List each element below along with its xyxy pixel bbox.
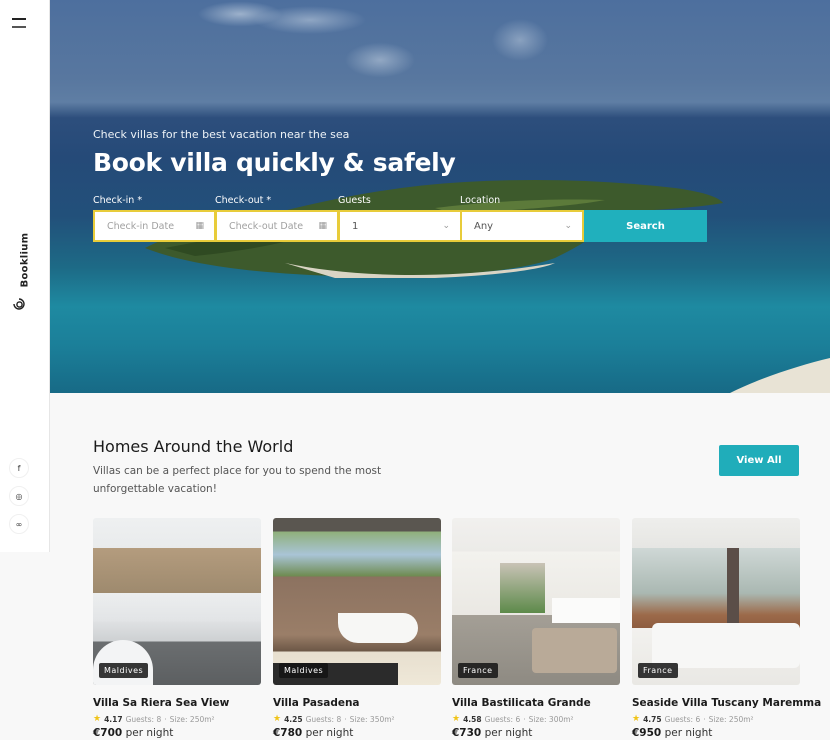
listing-card[interactable]: Maldives Villa Pasadena ★ 4.25 Guests: 8… — [273, 518, 441, 739]
guests-label: Guests — [338, 195, 371, 206]
hero-title: Book villa quickly & safely — [93, 148, 456, 177]
checkin-placeholder: Check-in Date — [107, 220, 175, 232]
listing-image[interactable]: France — [632, 518, 800, 685]
checkin-input[interactable]: Check-in Date ▦ — [93, 210, 216, 242]
price: €780 — [273, 727, 303, 739]
separator: · — [164, 714, 167, 724]
size: Size: 350m² — [349, 714, 395, 724]
location-select[interactable]: Any ⌄ — [460, 210, 584, 242]
location-tag: Maldives — [279, 663, 329, 678]
listing-card[interactable]: France Villa Bastilicata Grande ★ 4.58 G… — [452, 518, 620, 739]
guests: Guests: 6 — [484, 714, 521, 724]
view-all-button[interactable]: View All — [719, 445, 799, 476]
search-button[interactable]: Search — [584, 210, 707, 242]
brand-logo-icon[interactable] — [11, 296, 27, 312]
tripadvisor-icon[interactable]: ∞ — [9, 514, 29, 534]
price-unit: per night — [305, 727, 354, 739]
separator: · — [344, 714, 347, 724]
chevron-down-icon: ⌄ — [442, 221, 450, 231]
star-icon: ★ — [632, 714, 641, 724]
listing-meta: ★ 4.25 Guests: 8 · Size: 350m² — [273, 714, 395, 724]
separator: · — [523, 714, 526, 724]
listing-image[interactable]: Maldives — [273, 518, 441, 685]
checkout-input[interactable]: Check-out Date ▦ — [215, 210, 339, 242]
rating: 4.58 — [463, 714, 482, 724]
star-icon: ★ — [93, 714, 102, 724]
guests: Guests: 8 — [305, 714, 342, 724]
listing-meta: ★ 4.17 Guests: 8 · Size: 250m² — [93, 714, 215, 724]
price-unit: per night — [664, 727, 713, 739]
listing-name[interactable]: Seaside Villa Tuscany Maremma — [632, 697, 821, 709]
price: €730 — [452, 727, 482, 739]
hero-subtitle: Check villas for the best vacation near … — [93, 128, 350, 141]
price-unit: per night — [484, 727, 533, 739]
calendar-icon: ▦ — [195, 221, 204, 231]
section-description: Villas can be a perfect place for you to… — [93, 465, 382, 495]
listing-image[interactable]: France — [452, 518, 620, 685]
rating: 4.75 — [643, 714, 662, 724]
guests-value: 1 — [352, 220, 359, 232]
price-unit: per night — [125, 727, 174, 739]
separator: · — [703, 714, 706, 724]
listing-price: €730 per night — [452, 727, 532, 739]
sidebar: Booklium f ◎ ∞ — [0, 0, 50, 552]
listing-card[interactable]: Maldives Villa Sa Riera Sea View ★ 4.17 … — [93, 518, 261, 739]
size: Size: 250m² — [169, 714, 215, 724]
listing-price: €700 per night — [93, 727, 173, 739]
star-icon: ★ — [273, 714, 282, 724]
listing-price: €950 per night — [632, 727, 712, 739]
listing-price: €780 per night — [273, 727, 353, 739]
facebook-icon[interactable]: f — [9, 458, 29, 478]
instagram-icon[interactable]: ◎ — [9, 486, 29, 506]
brand-name[interactable]: Booklium — [20, 233, 31, 288]
menu-icon[interactable] — [12, 16, 28, 30]
guests: Guests: 6 — [664, 714, 701, 724]
price: €700 — [93, 727, 123, 739]
listing-meta: ★ 4.75 Guests: 6 · Size: 250m² — [632, 714, 754, 724]
page: Booklium f ◎ ∞ Check villas for the best… — [0, 0, 830, 740]
rating: 4.25 — [284, 714, 303, 724]
section-title: Homes Around the World — [93, 437, 294, 456]
location-tag: Maldives — [99, 663, 149, 678]
location-value: Any — [474, 220, 494, 232]
checkin-label: Check-in * — [93, 195, 143, 206]
chevron-down-icon: ⌄ — [564, 221, 572, 231]
listing-card[interactable]: France Seaside Villa Tuscany Maremma ★ 4… — [632, 518, 821, 739]
rating: 4.17 — [104, 714, 123, 724]
location-label: Location — [460, 195, 501, 206]
shore-image — [730, 358, 830, 393]
hero-banner — [50, 0, 830, 393]
checkout-placeholder: Check-out Date — [229, 220, 304, 232]
listing-name[interactable]: Villa Sa Riera Sea View — [93, 697, 229, 709]
listing-name[interactable]: Villa Bastilicata Grande — [452, 697, 591, 709]
listing-meta: ★ 4.58 Guests: 6 · Size: 300m² — [452, 714, 574, 724]
listing-name[interactable]: Villa Pasadena — [273, 697, 360, 709]
location-tag: France — [458, 663, 498, 678]
calendar-icon: ▦ — [318, 221, 327, 231]
listing-image[interactable]: Maldives — [93, 518, 261, 685]
size: Size: 250m² — [708, 714, 754, 724]
size: Size: 300m² — [528, 714, 574, 724]
guests-select[interactable]: 1 ⌄ — [338, 210, 462, 242]
checkout-label: Check-out * — [215, 195, 272, 206]
location-tag: France — [638, 663, 678, 678]
star-icon: ★ — [452, 714, 461, 724]
guests: Guests: 8 — [125, 714, 162, 724]
price: €950 — [632, 727, 662, 739]
